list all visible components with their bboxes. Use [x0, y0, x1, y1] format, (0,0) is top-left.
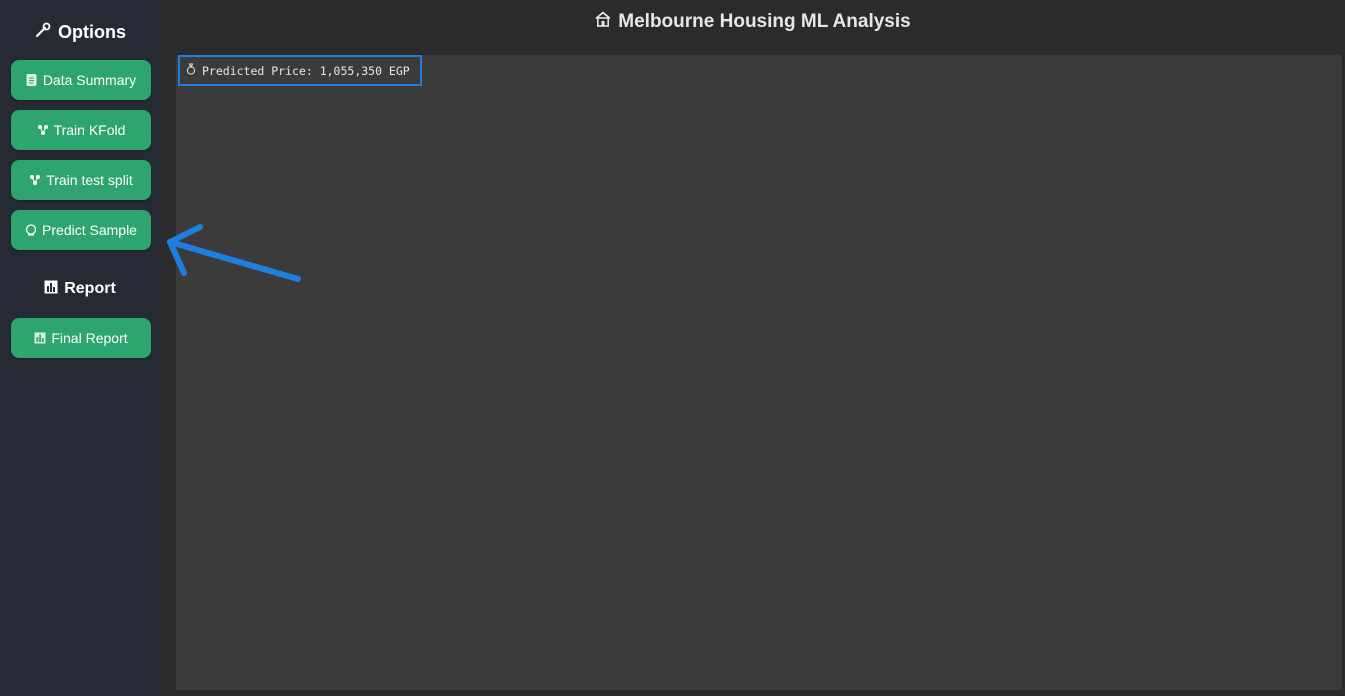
- wrench-icon: [34, 21, 52, 44]
- sidebar: Options Data Summary Train KFold Train t…: [0, 0, 160, 696]
- model-icon: [29, 174, 41, 186]
- train-test-split-button[interactable]: Train test split: [11, 160, 151, 200]
- predict-sample-label: Predict Sample: [42, 222, 137, 238]
- data-summary-label: Data Summary: [42, 72, 137, 88]
- options-heading: Options: [0, 20, 160, 44]
- final-report-label: Final Report: [51, 330, 128, 346]
- chart-icon: [34, 332, 46, 344]
- report-heading: Report: [0, 278, 160, 300]
- app-window: Options Data Summary Train KFold Train t…: [0, 0, 1345, 696]
- page-title-text: Melbourne Housing ML Analysis: [618, 11, 911, 32]
- train-kfold-label: Train KFold: [53, 122, 126, 138]
- prediction-result: Predicted Price: 1,055,350 EGP: [178, 55, 422, 86]
- header-bar: Melbourne Housing ML Analysis: [160, 0, 1345, 46]
- money-bag-icon: [186, 63, 196, 78]
- report-heading-label: Report: [64, 280, 116, 297]
- model-icon: [37, 124, 49, 136]
- train-kfold-button[interactable]: Train KFold: [11, 110, 151, 150]
- options-heading-label: Options: [58, 21, 126, 42]
- main-content-panel: [176, 55, 1342, 690]
- chart-icon: [44, 280, 58, 299]
- data-summary-button[interactable]: Data Summary: [11, 60, 151, 100]
- page-title: Melbourne Housing ML Analysis: [160, 9, 1345, 35]
- document-icon: [26, 74, 38, 86]
- train-test-split-label: Train test split: [46, 172, 133, 188]
- house-icon: [594, 10, 612, 34]
- prediction-result-text: Predicted Price: 1,055,350 EGP: [202, 63, 410, 78]
- final-report-button[interactable]: Final Report: [11, 318, 151, 358]
- predict-sample-button[interactable]: Predict Sample: [11, 210, 151, 250]
- crystal-ball-icon: [25, 224, 37, 236]
